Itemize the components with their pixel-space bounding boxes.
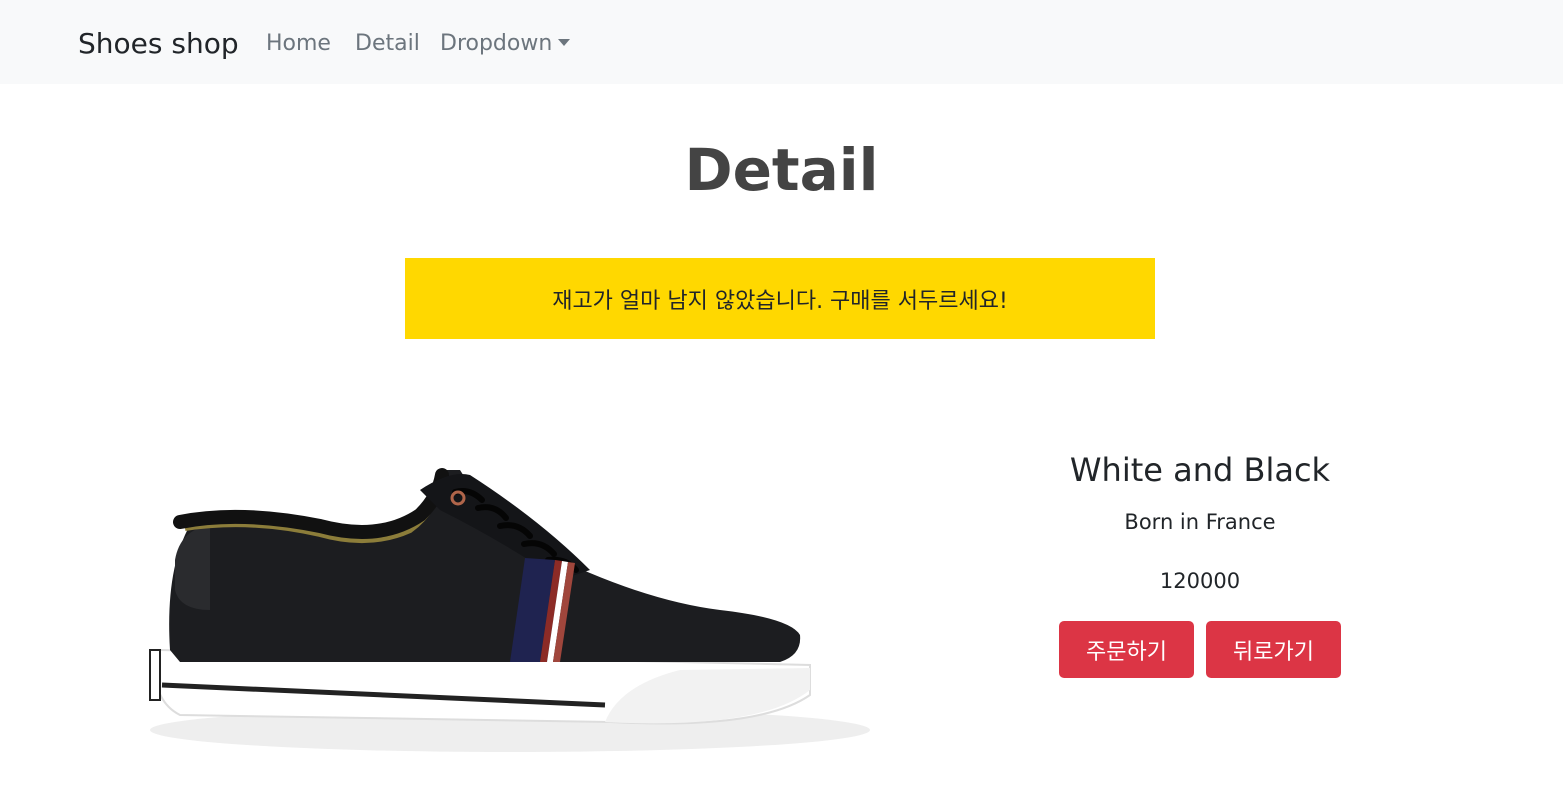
sneaker-icon [149, 468, 870, 752]
product-price: 120000 [1159, 569, 1241, 593]
caret-down-icon [558, 39, 571, 46]
stock-alert: 재고가 얼마 남지 않았습니다. 구매를 서두르세요! [405, 258, 1155, 339]
navbar: Shoes shop Home Detail Dropdown [0, 0, 1563, 84]
nav-link-home[interactable]: Home [266, 30, 331, 58]
stock-alert-text: 재고가 얼마 남지 않았습니다. 구매를 서두르세요! [552, 288, 1008, 314]
nav-link-detail[interactable]: Detail [355, 30, 420, 58]
product-image [120, 430, 900, 760]
page-title: Detail [684, 136, 879, 204]
nav-dropdown-label: Dropdown [440, 31, 553, 56]
product-name: White and Black [1069, 451, 1331, 489]
back-button[interactable]: 뒤로가기 [1206, 621, 1341, 678]
nav-dropdown-toggle[interactable]: Dropdown [440, 30, 571, 58]
product-origin: Born in France [1124, 510, 1276, 534]
order-button[interactable]: 주문하기 [1059, 621, 1194, 678]
brand-link[interactable]: Shoes shop [78, 26, 239, 62]
